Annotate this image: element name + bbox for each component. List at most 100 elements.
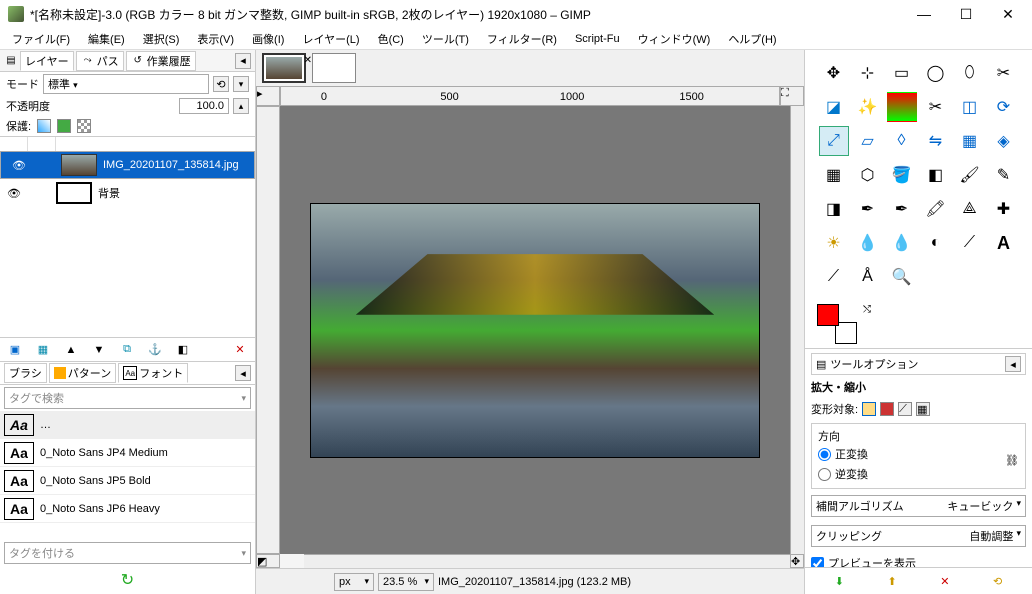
tool-warp[interactable]: ▦ <box>819 160 849 190</box>
target-image[interactable]: ▦ <box>916 402 930 416</box>
font-item[interactable]: Aa0_Noto Sans JP5 Bold <box>0 467 255 495</box>
tool-handle[interactable]: ◈ <box>989 126 1019 156</box>
tool-smudge[interactable]: ☀ <box>819 228 849 258</box>
tab-brush[interactable]: ブラシ <box>4 363 47 383</box>
load-preset-button[interactable]: ⬆ <box>883 572 901 590</box>
layer-row[interactable]: 👁 IMG_20201107_135814.jpg <box>0 151 255 179</box>
tool-rotate[interactable]: ⟳ <box>989 92 1019 122</box>
tool-align[interactable]: ⊹ <box>853 58 883 88</box>
canvas[interactable] <box>280 106 790 554</box>
tool-flip[interactable]: ⇋ <box>921 126 951 156</box>
tool-by-color[interactable]: ▬ <box>887 92 917 122</box>
tool-eraser[interactable]: ◨ <box>819 194 849 224</box>
lock-alpha[interactable] <box>77 119 91 133</box>
tool-text[interactable]: A <box>989 228 1019 258</box>
font-item[interactable]: Aa0_Noto Sans JP4 Medium <box>0 439 255 467</box>
tool-clone[interactable]: ⟁ <box>955 194 985 224</box>
tooloptions-menu[interactable]: ◂ <box>1005 356 1021 372</box>
menu-view[interactable]: 表示(V) <box>189 29 242 49</box>
tool-ellipse-select[interactable]: ◯ <box>921 58 951 88</box>
eye-icon[interactable]: 👁 <box>0 187 28 200</box>
vertical-scrollbar[interactable] <box>790 106 804 554</box>
clipping-select[interactable]: クリッピング自動調整 ▾ <box>811 525 1026 547</box>
tool-heal[interactable]: ✚ <box>989 194 1019 224</box>
menu-file[interactable]: ファイル(F) <box>4 29 78 49</box>
tool-zoom[interactable]: 🔍 <box>887 262 917 292</box>
horizontal-scrollbar[interactable] <box>304 554 790 568</box>
mode-select[interactable]: 標準 ▾ <box>43 74 209 94</box>
minimize-button[interactable]: — <box>912 6 936 23</box>
tool-pencil[interactable]: ✎ <box>989 160 1019 190</box>
tool-mypaint[interactable]: 🖍 <box>921 194 951 224</box>
maximize-button[interactable]: ☐ <box>954 6 978 23</box>
new-layer-button[interactable]: ▣ <box>6 341 24 359</box>
target-layer[interactable] <box>862 402 876 416</box>
menu-tools[interactable]: ツール(T) <box>414 29 477 49</box>
resource-dock-menu[interactable]: ◂ <box>235 365 251 381</box>
menu-filters[interactable]: フィルター(R) <box>479 29 565 49</box>
tool-foreground[interactable]: ◪ <box>819 92 849 122</box>
save-preset-button[interactable]: ⬇ <box>830 572 848 590</box>
radio-normal[interactable]: 正変換 <box>818 444 1019 464</box>
tool-gradient[interactable]: ◧ <box>921 160 951 190</box>
duplicate-layer-button[interactable]: ⧉ <box>118 341 136 359</box>
menu-window[interactable]: ウィンドウ(W) <box>630 29 719 49</box>
opacity-up[interactable]: ▴ <box>233 98 249 114</box>
tool-path[interactable]: ⟋ <box>955 228 985 258</box>
delete-layer-button[interactable]: ✕ <box>231 341 249 359</box>
tab-pattern[interactable]: パターン <box>49 363 116 383</box>
lower-layer-button[interactable]: ▼ <box>90 341 108 359</box>
tag-add[interactable]: タグを付ける▾ <box>4 542 251 564</box>
tool-crop[interactable]: ✂ <box>921 92 951 122</box>
tool-scale[interactable]: ⤢ <box>819 126 849 156</box>
tool-bucket[interactable]: 🪣 <box>887 160 917 190</box>
reset-preset-button[interactable]: ⟲ <box>989 572 1007 590</box>
refresh-fonts-button[interactable]: ↻ <box>0 566 255 594</box>
eye-icon[interactable]: 👁 <box>5 159 33 172</box>
ruler-corner[interactable]: ▸ <box>256 86 280 106</box>
tool-free-select[interactable]: ⬯ <box>955 58 985 88</box>
tool-3d[interactable]: ▦ <box>955 126 985 156</box>
layer-row[interactable]: 👁 背景 <box>0 179 255 207</box>
quickmask-button[interactable]: ◩ <box>256 554 280 568</box>
font-search[interactable]: タグで検索▾ <box>4 387 251 409</box>
mode-more[interactable]: ▾ <box>233 76 249 92</box>
target-selection[interactable] <box>880 402 894 416</box>
menu-select[interactable]: 選択(S) <box>135 29 188 49</box>
tool-fuzzy[interactable]: ✨ <box>853 92 883 122</box>
raise-layer-button[interactable]: ▲ <box>62 341 80 359</box>
tool-unified[interactable]: ◫ <box>955 92 985 122</box>
radio-reverse[interactable]: 逆変換 <box>818 464 1019 484</box>
mode-reset[interactable]: ⟲ <box>213 76 229 92</box>
menu-edit[interactable]: 編集(E) <box>80 29 133 49</box>
menu-color[interactable]: 色(C) <box>370 29 412 49</box>
lock-pixels[interactable] <box>37 119 51 133</box>
tool-paintbrush[interactable]: 🖌 <box>955 160 985 190</box>
tool-burn[interactable]: ◐ <box>921 228 951 258</box>
tool-rect-select[interactable]: ▭ <box>887 58 917 88</box>
tool-blur[interactable]: 💧 <box>853 228 883 258</box>
menu-scriptfu[interactable]: Script-Fu <box>567 31 628 47</box>
zoom-select[interactable]: 23.5 %▾ <box>378 573 434 591</box>
tool-move[interactable]: ✥ <box>819 58 849 88</box>
menu-image[interactable]: 画像(I) <box>244 29 292 49</box>
swap-colors-icon[interactable]: ⤭ <box>863 304 871 315</box>
tab-paths[interactable]: ⤳パス <box>76 51 124 71</box>
close-button[interactable]: ✕ <box>996 6 1020 23</box>
merge-layer-button[interactable]: ⚓ <box>146 341 164 359</box>
mask-layer-button[interactable]: ◧ <box>174 341 192 359</box>
tab-history[interactable]: ↺作業履歴 <box>126 51 196 71</box>
tool-scissors[interactable]: ✂ <box>989 58 1019 88</box>
new-group-button[interactable]: ▦ <box>34 341 52 359</box>
opacity-input[interactable]: 100.0 <box>179 98 229 114</box>
tool-options-tab[interactable]: ▤ ツールオプション ◂ <box>811 353 1026 375</box>
delete-preset-button[interactable]: ✕ <box>936 572 954 590</box>
tool-ink[interactable]: ✒ <box>887 194 917 224</box>
lock-position[interactable] <box>57 119 71 133</box>
tab-layers[interactable]: レイヤー <box>20 51 74 71</box>
interpolation-select[interactable]: 補間アルゴリズムキュービック ▾ <box>811 495 1026 517</box>
tool-measure[interactable]: Å <box>853 262 883 292</box>
menu-help[interactable]: ヘルプ(H) <box>720 29 784 49</box>
ruler-horizontal[interactable]: 0 500 1000 1500 <box>280 86 780 106</box>
zoom-fit-button[interactable]: ⛶ <box>780 86 804 106</box>
